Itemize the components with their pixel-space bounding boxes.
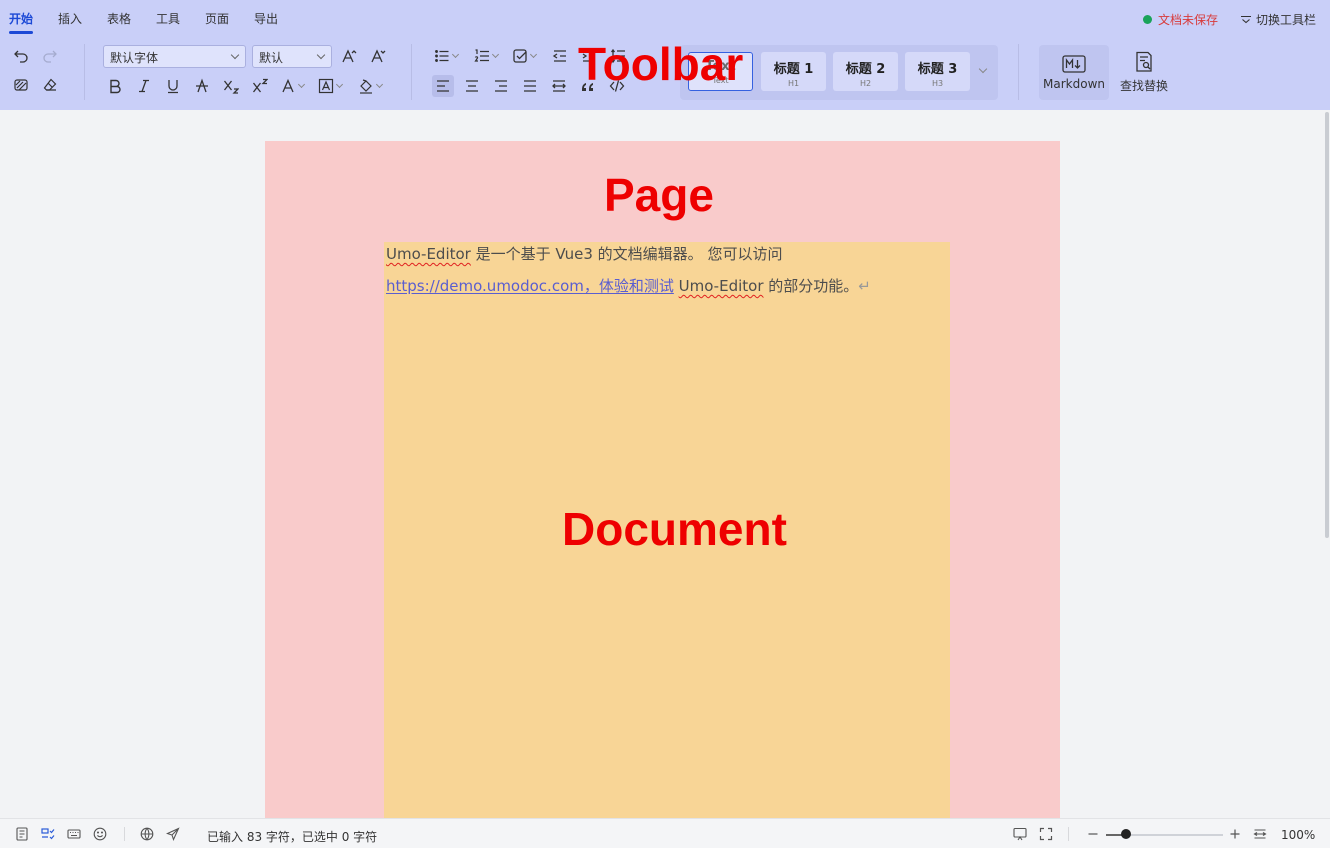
highlight-icon[interactable] <box>316 75 344 97</box>
tab-page[interactable]: 页面 <box>205 10 229 27</box>
word-count-text: 已输入 83 字符，已选中 0 字符 <box>207 830 378 844</box>
font-size-increase-icon[interactable] <box>338 45 360 67</box>
style-h3-title: 标题 3 <box>917 62 958 77</box>
separator <box>1018 44 1019 100</box>
ordered-list-icon[interactable] <box>472 45 500 67</box>
switch-toolbar-button[interactable]: 切换工具栏 <box>1240 11 1316 28</box>
line-2-text: 的部分功能。 <box>763 277 859 295</box>
find-replace-icon <box>1134 51 1154 77</box>
find-replace-button[interactable]: 查找替换 <box>1114 45 1174 100</box>
tab-tools[interactable]: 工具 <box>156 10 180 27</box>
demo-link[interactable]: https://demo.umodoc.com，体验和测试 <box>386 277 674 295</box>
style-h2-sub: H2 <box>859 79 872 88</box>
font-color-icon[interactable] <box>278 75 306 97</box>
distribute-icon[interactable] <box>548 75 570 97</box>
save-status-text: 文档未保存 <box>1157 13 1218 27</box>
active-tab-indicator <box>9 31 33 34</box>
italic-icon[interactable] <box>133 75 155 97</box>
subscript-icon[interactable] <box>220 75 242 97</box>
status-dot <box>1142 15 1152 24</box>
tab-start[interactable]: 开始 <box>9 10 33 27</box>
markdown-icon <box>1062 54 1086 77</box>
switch-toolbar-icon <box>1240 14 1256 26</box>
align-right-icon[interactable] <box>490 75 512 97</box>
justify-icon[interactable] <box>519 75 541 97</box>
align-left-icon[interactable] <box>432 75 454 97</box>
toolbar: 开始 插入 表格 工具 页面 导出 文档未保存 切换工具栏 默认字体 默认 Te… <box>0 0 1330 110</box>
style-h1[interactable]: 标题 1 H1 <box>761 52 826 91</box>
font-size-select[interactable]: 默认 <box>252 45 332 68</box>
vertical-scrollbar[interactable] <box>1325 112 1329 538</box>
separator <box>411 44 412 100</box>
style-h2[interactable]: 标题 2 H2 <box>833 52 898 91</box>
strikethrough-icon[interactable] <box>191 75 213 97</box>
separator <box>124 827 125 841</box>
markdown-button[interactable]: Markdown <box>1039 45 1109 100</box>
font-family-select[interactable]: 默认字体 <box>103 45 246 68</box>
bullet-list-icon[interactable] <box>432 45 460 67</box>
fit-width-icon[interactable] <box>1252 826 1268 842</box>
line-1-text: 是一个基于 Vue3 的文档编辑器。 您可以访问 <box>470 245 783 263</box>
page-annotation-label: Page <box>604 169 714 221</box>
styles-more-chevron-icon[interactable] <box>976 64 990 78</box>
chevron-down-icon <box>316 50 326 60</box>
zoom-slider-thumb[interactable] <box>1120 829 1131 839</box>
format-painter-icon[interactable] <box>10 74 32 96</box>
toolbar-annotation-label: Toolbar <box>578 38 744 90</box>
fullscreen-icon[interactable] <box>1038 826 1054 842</box>
product-name: Umo-Editor <box>678 277 764 295</box>
menu-tabs: 开始 插入 表格 工具 页面 导出 <box>0 0 1330 36</box>
send-icon[interactable] <box>165 826 181 842</box>
separator <box>84 44 85 100</box>
tab-export[interactable]: 导出 <box>254 10 278 27</box>
emoji-icon[interactable] <box>92 826 108 842</box>
bold-icon[interactable] <box>104 75 126 97</box>
product-name: Umo-Editor <box>386 245 471 263</box>
font-size-value: 默认 <box>259 51 284 65</box>
presentation-icon[interactable] <box>1012 826 1028 842</box>
redo-icon[interactable] <box>39 45 61 67</box>
paragraph-mark-icon: ↵ <box>858 277 871 295</box>
bg-color-icon[interactable] <box>356 75 384 97</box>
font-family-value: 默认字体 <box>110 51 159 65</box>
zoom-level-text[interactable]: 100% <box>1281 828 1315 842</box>
zoom-out-icon[interactable] <box>1085 826 1101 842</box>
zoom-in-icon[interactable] <box>1227 826 1243 842</box>
keyboard-icon[interactable] <box>66 826 82 842</box>
style-h3[interactable]: 标题 3 H3 <box>905 52 970 91</box>
page-outline-icon[interactable] <box>14 826 30 842</box>
style-h2-title: 标题 2 <box>845 62 886 77</box>
save-status: 文档未保存 <box>1142 11 1218 28</box>
find-replace-label: 查找替换 <box>1119 79 1168 93</box>
document-annotation-label: Document <box>562 503 787 555</box>
undo-icon[interactable] <box>10 45 32 67</box>
chevron-down-icon <box>230 50 240 60</box>
underline-icon[interactable] <box>162 75 184 97</box>
tab-table[interactable]: 表格 <box>107 10 131 27</box>
document-line-1: Umo-Editor 是一个基于 Vue3 的文档编辑器。 您可以访问 <box>386 243 782 264</box>
document-line-2: https://demo.umodoc.com，体验和测试 Umo-Editor… <box>386 275 871 296</box>
align-center-icon[interactable] <box>461 75 483 97</box>
switch-toolbar-label: 切换工具栏 <box>1255 13 1316 27</box>
markdown-label: Markdown <box>1043 76 1105 91</box>
task-list-icon[interactable] <box>510 45 538 67</box>
outdent-icon[interactable] <box>549 45 571 67</box>
style-h3-sub: H3 <box>931 79 944 88</box>
language-icon[interactable] <box>139 826 155 842</box>
clear-format-icon[interactable] <box>39 74 61 96</box>
spellcheck-icon[interactable] <box>40 826 56 842</box>
font-size-decrease-icon[interactable] <box>367 45 389 67</box>
style-h1-title: 标题 1 <box>773 62 814 77</box>
separator <box>1068 827 1069 841</box>
style-h1-sub: H1 <box>787 79 800 88</box>
superscript-icon[interactable] <box>249 75 271 97</box>
tab-insert[interactable]: 插入 <box>58 10 82 27</box>
